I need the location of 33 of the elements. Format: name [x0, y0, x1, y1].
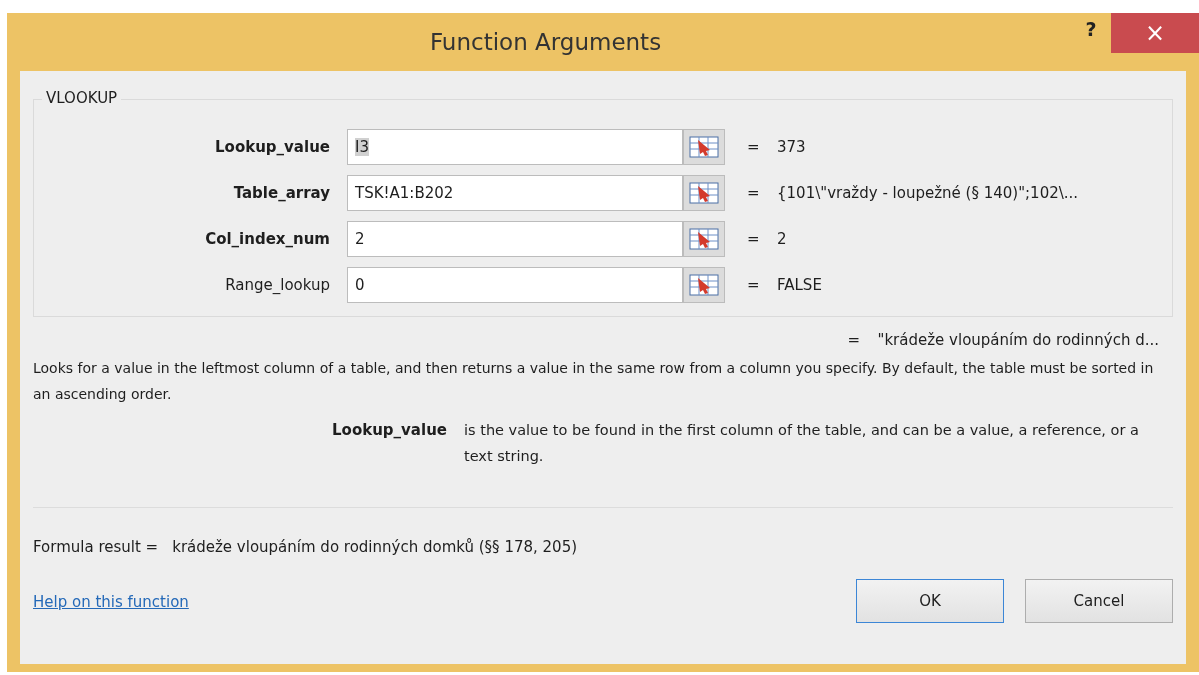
- function-result: "krádeže vloupáním do rodinných d...: [877, 331, 1159, 349]
- argument-field[interactable]: 0: [347, 267, 683, 303]
- argument-label: Range_lookup: [224, 276, 330, 294]
- argument-label: Table_array: [232, 184, 330, 202]
- equals-sign: =: [747, 184, 761, 202]
- argument-field[interactable]: TSK!A1:B202: [347, 175, 683, 211]
- dialog-button[interactable]: Cancel: [1025, 579, 1173, 623]
- range-select-button[interactable]: [683, 129, 725, 165]
- argument-name: Lookup_value: [331, 420, 447, 441]
- function-description: Looks for a value in the leftmost column of a table, and then returns a value in the same row from a column you specify. By default, the table must be sorted in an ascending order.: [33, 359, 1155, 404]
- range-select-button[interactable]: [683, 175, 725, 211]
- argument-result: FALSE: [777, 276, 822, 294]
- argument-result: 373: [777, 138, 806, 156]
- formula-result-value: krádeže vloupáním do rodinných domků (§§ 178, 205): [172, 538, 578, 556]
- argument-field[interactable]: I3: [347, 129, 683, 165]
- help-button[interactable]: ?: [1071, 18, 1111, 40]
- argument-result: {101\"vraždy - loupežné (§ 140)";102\...: [777, 184, 1079, 202]
- argument-label: Col_index_num: [204, 230, 330, 248]
- equals-sign: =: [747, 276, 761, 294]
- equals-sign: =: [847, 331, 862, 349]
- help-link[interactable]: Help on this function: [33, 592, 189, 611]
- close-button[interactable]: ×: [1111, 13, 1199, 53]
- argument-label: Lookup_value: [214, 138, 330, 156]
- equals-sign: =: [747, 230, 761, 248]
- equals-sign: =: [747, 138, 761, 156]
- argument-field[interactable]: 2: [347, 221, 683, 257]
- range-select-button[interactable]: [683, 221, 725, 257]
- dialog-button[interactable]: OK: [856, 579, 1004, 623]
- range-select-button[interactable]: [683, 267, 725, 303]
- formula-result-label: Formula result =: [33, 538, 159, 556]
- argument-description: is the value to be found in the first column of the table, and can be a value, a reference, or a text string.: [464, 421, 1140, 466]
- window-title: Function Arguments: [428, 29, 663, 55]
- argument-result: 2: [777, 230, 787, 248]
